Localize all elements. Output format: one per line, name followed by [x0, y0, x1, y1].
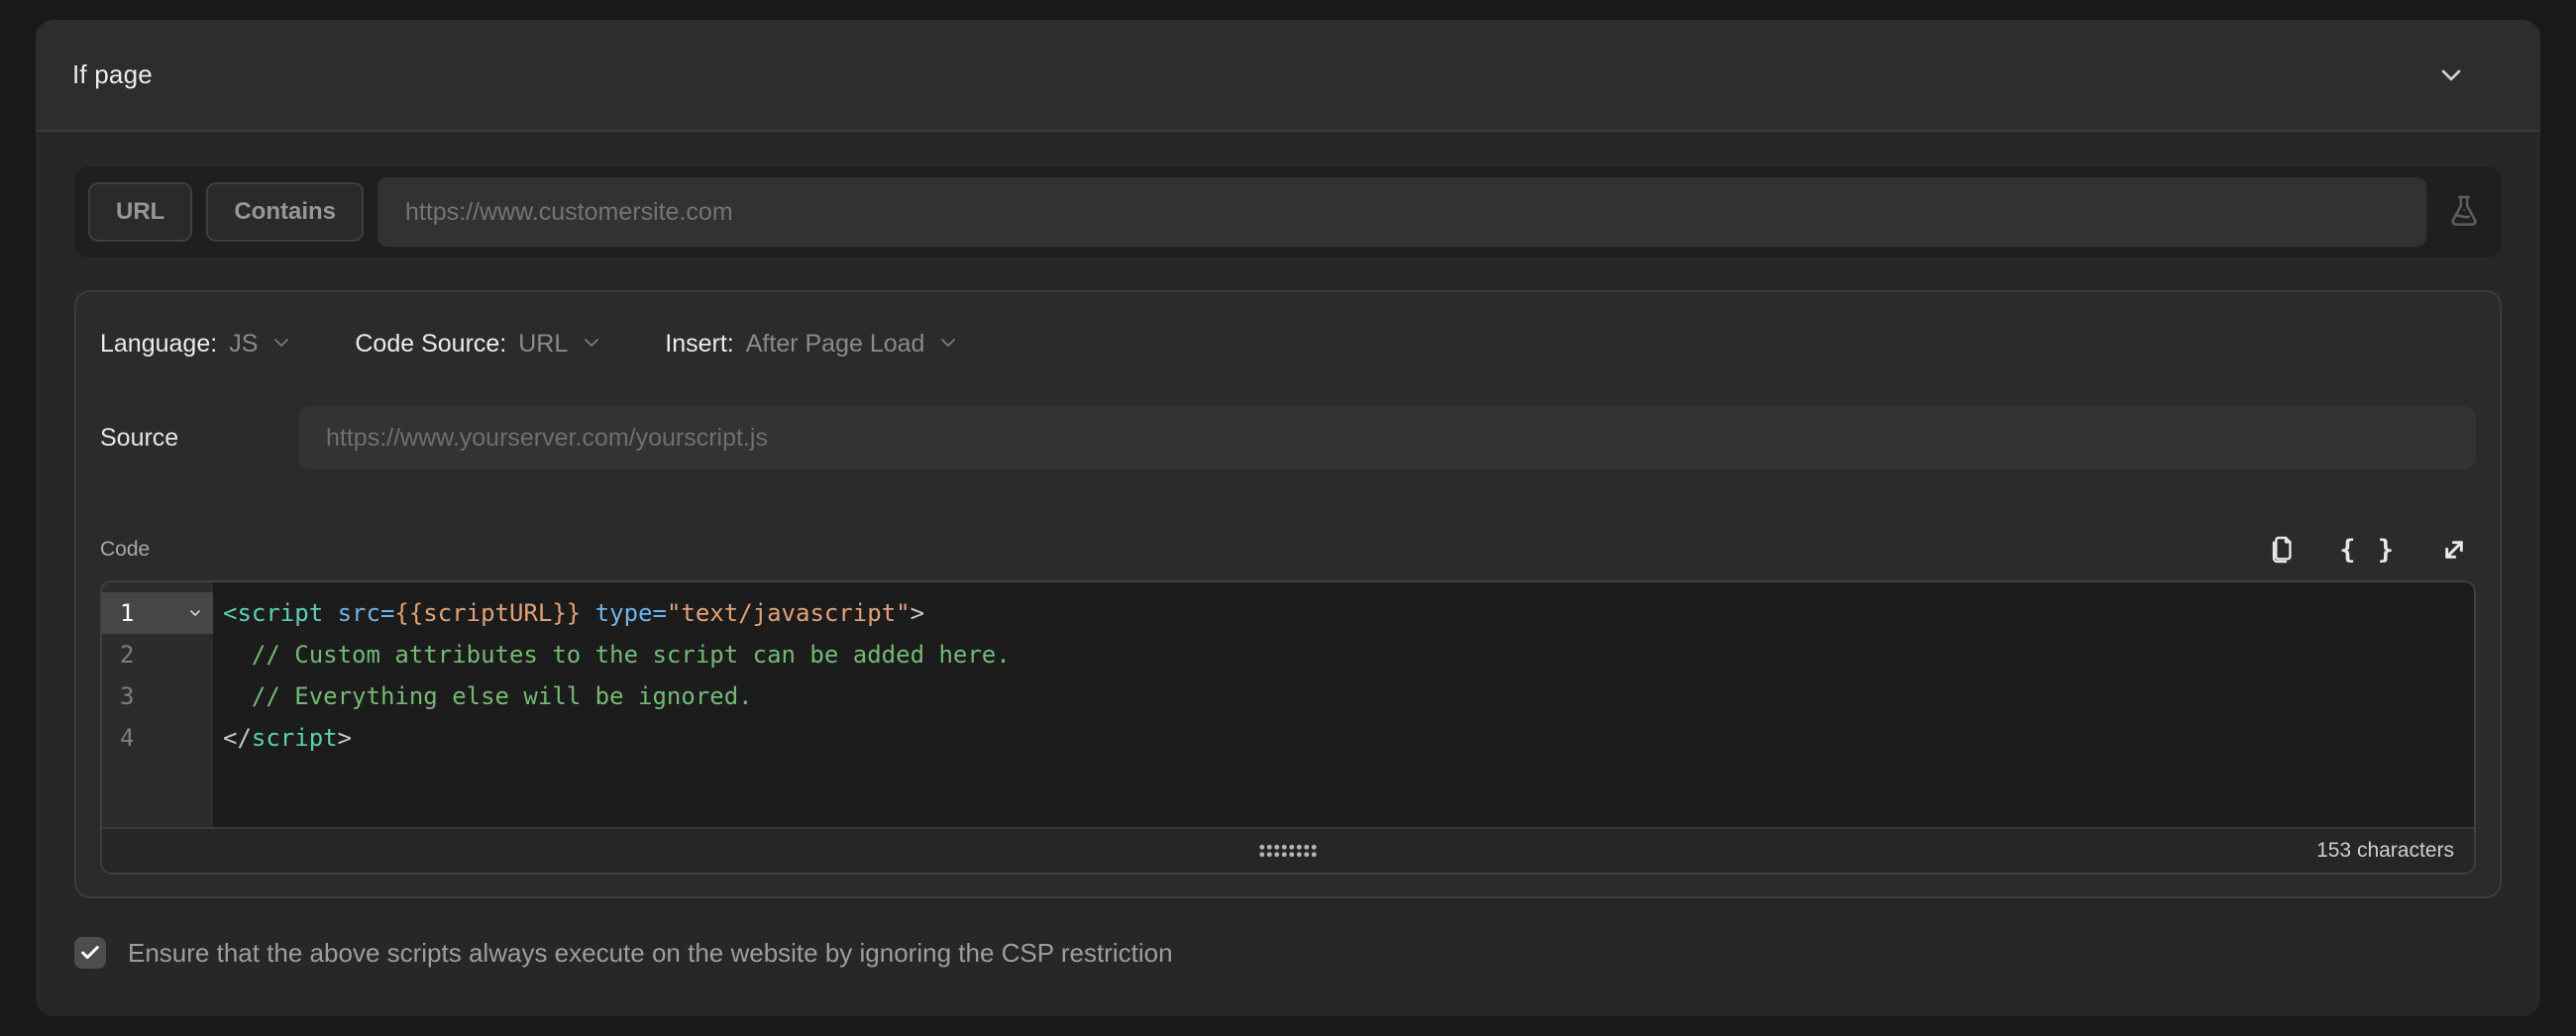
- language-dropdown[interactable]: Language: JS: [100, 328, 293, 360]
- source-row: Source: [100, 406, 2476, 469]
- language-value: JS: [229, 330, 258, 359]
- code-source-label: Code Source:: [355, 330, 506, 359]
- collapse-chevron-icon[interactable]: [2435, 59, 2467, 91]
- code-source-dropdown[interactable]: Code Source: URL: [355, 328, 603, 360]
- code-line-2[interactable]: // Custom attributes to the script can b…: [213, 634, 2474, 675]
- check-icon: [79, 942, 101, 964]
- condition-bar: URL Contains: [74, 166, 2502, 258]
- page-background: If page URL Contains Language:: [0, 0, 2576, 1036]
- fold-chevron-icon[interactable]: [187, 605, 203, 621]
- code-toolbar: { }: [2266, 534, 2470, 566]
- editor-footer: 153 characters: [102, 827, 2474, 873]
- code-editor[interactable]: 1234 <script src={{scriptURL}} type="tex…: [100, 580, 2476, 875]
- page-title: If page: [72, 59, 153, 90]
- gutter-line-1: 1: [102, 592, 213, 634]
- copy-icon[interactable]: [2266, 534, 2298, 566]
- char-count: 153 characters: [2316, 829, 2454, 873]
- gutter-line-2: 2: [102, 634, 213, 675]
- insert-value: After Page Load: [746, 330, 925, 359]
- code-source-value: URL: [518, 330, 568, 359]
- url-value-input[interactable]: [377, 177, 2426, 247]
- chevron-down-icon: [936, 331, 960, 360]
- chevron-down-icon: [269, 331, 293, 360]
- csp-checkbox-label: Ensure that the above scripts always exe…: [128, 938, 1173, 969]
- editor-gutter: 1234: [102, 582, 213, 827]
- flask-icon: [2445, 193, 2483, 231]
- script-panel: Language: JS Code Source: URL Insert: Af…: [74, 290, 2502, 898]
- card-header: If page: [36, 20, 2540, 132]
- gutter-line-4: 4: [102, 717, 213, 759]
- code-label: Code: [100, 538, 150, 566]
- code-header: Code { }: [100, 522, 2470, 566]
- source-url-input[interactable]: [298, 406, 2476, 469]
- csp-row: Ensure that the above scripts always exe…: [74, 931, 1173, 975]
- url-field-button[interactable]: URL: [88, 182, 192, 242]
- gutter-line-3: 3: [102, 675, 213, 717]
- if-page-card: If page URL Contains Language:: [36, 20, 2540, 1016]
- language-label: Language:: [100, 330, 217, 359]
- resize-handle[interactable]: [1258, 844, 1318, 859]
- script-options-row: Language: JS Code Source: URL Insert: Af…: [100, 314, 960, 373]
- expand-icon[interactable]: [2438, 534, 2470, 566]
- insert-dropdown[interactable]: Insert: After Page Load: [665, 328, 960, 360]
- code-line-1[interactable]: <script src={{scriptURL}} type="text/jav…: [213, 592, 2474, 634]
- insert-label: Insert:: [665, 330, 733, 359]
- csp-checkbox[interactable]: [74, 937, 106, 969]
- editor-code[interactable]: <script src={{scriptURL}} type="text/jav…: [213, 592, 2474, 827]
- contains-operator-button[interactable]: Contains: [206, 182, 364, 242]
- test-rule-button[interactable]: [2426, 193, 2502, 231]
- code-line-4[interactable]: </script>: [213, 717, 2474, 759]
- braces-icon[interactable]: { }: [2339, 535, 2397, 566]
- chevron-down-icon: [580, 331, 603, 360]
- source-label: Source: [100, 424, 298, 453]
- code-line-3[interactable]: // Everything else will be ignored.: [213, 675, 2474, 717]
